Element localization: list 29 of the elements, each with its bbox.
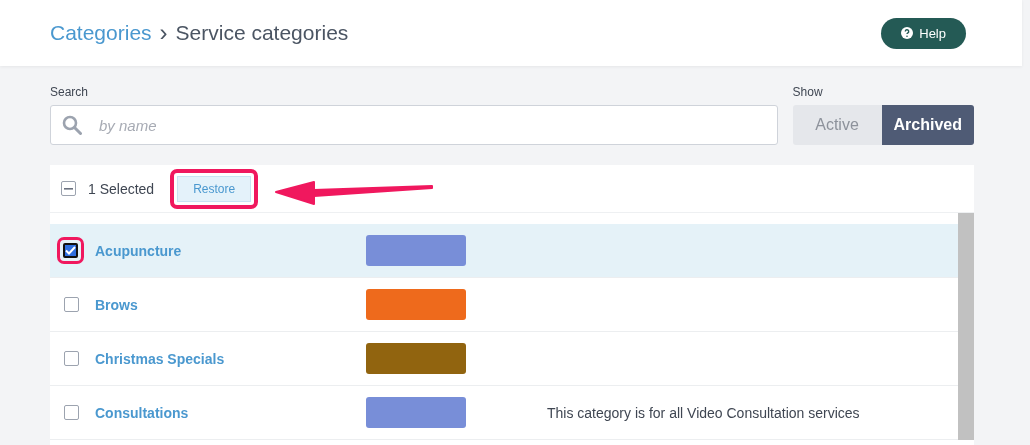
help-button[interactable]: Help: [881, 17, 966, 49]
scrollbar-thumb[interactable]: [958, 213, 974, 440]
toggle-option[interactable]: Active: [792, 105, 882, 145]
row-checkbox[interactable]: [63, 243, 78, 258]
category-name-link[interactable]: Acupuncture: [95, 242, 366, 259]
row-checkbox[interactable]: [64, 405, 79, 420]
help-icon: [901, 27, 914, 39]
breadcrumb-link[interactable]: Categories: [50, 21, 152, 45]
row-checkbox[interactable]: [64, 351, 79, 366]
category-name-link[interactable]: Consultations: [95, 404, 366, 421]
select-all-checkbox[interactable]: [61, 181, 76, 196]
selection-count: 1 Selected: [88, 180, 155, 197]
row-checkbox[interactable]: [64, 297, 79, 312]
field-label: Search: [50, 85, 90, 99]
table-row[interactable]: Acupuncture: [50, 224, 958, 278]
category-name-link[interactable]: Brows: [95, 296, 366, 313]
category-name-link[interactable]: Christmas Specials: [95, 350, 366, 367]
search-field[interactable]: by name: [50, 105, 778, 145]
restore-button[interactable]: Restore: [177, 175, 252, 202]
table-row[interactable]: Consultations This category is for all Video Consultation services: [50, 386, 958, 440]
toggle-option[interactable]: Archived: [881, 105, 974, 145]
breadcrumb-separator: ›: [159, 19, 168, 47]
category-description: This category is for all Video Consultation services: [547, 404, 860, 421]
table-row[interactable]: Brows: [50, 278, 958, 332]
table-row[interactable]: Christmas Specials: [50, 332, 958, 386]
search-icon: [62, 115, 82, 135]
page-title: Service categories: [175, 21, 349, 45]
minus-icon: [64, 187, 73, 190]
field-label: Show: [792, 85, 824, 99]
